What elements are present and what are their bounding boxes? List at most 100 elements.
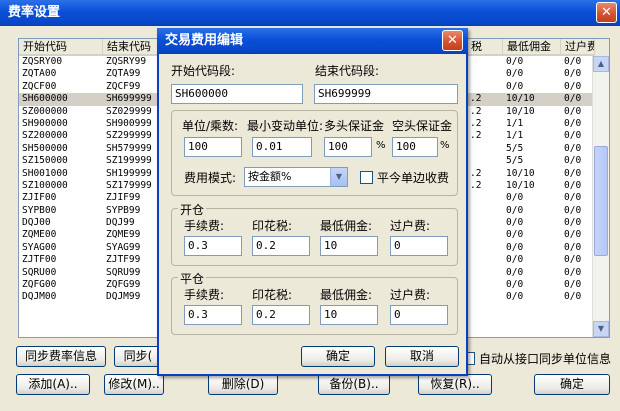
chevron-down-icon[interactable]: ▼ bbox=[330, 168, 347, 186]
open-group-title: 开仓 bbox=[178, 201, 207, 218]
long-margin-label: 多头保证金 bbox=[324, 119, 385, 133]
cell-transfer-fee: 0/0 bbox=[564, 241, 582, 253]
close-stamp-tax-input[interactable]: 0.2 bbox=[252, 305, 310, 325]
open-transfer-fee-input[interactable]: 0 bbox=[390, 236, 448, 256]
cell-start-code: ZQME00 bbox=[22, 229, 57, 241]
unit-label: 单位/乘数: bbox=[182, 119, 239, 133]
col-start-code[interactable]: 开始代码 bbox=[19, 39, 103, 56]
cell-transfer-fee: 0/0 bbox=[564, 68, 582, 80]
dialog-close-icon[interactable]: ✕ bbox=[442, 30, 463, 51]
cell-min-commission: 10/10 bbox=[506, 179, 535, 191]
cell-min-commission: 0/0 bbox=[506, 266, 524, 278]
cell-min-commission: 10/10 bbox=[506, 105, 535, 117]
cell-min-commission: 0/0 bbox=[506, 192, 524, 204]
cell-start-code: SH001000 bbox=[22, 167, 68, 179]
col-min-commission[interactable]: 最低佣金 bbox=[503, 39, 561, 56]
delete-button[interactable]: 删除(D) bbox=[208, 374, 278, 395]
open-min-commission-label: 最低佣金: bbox=[320, 219, 373, 233]
edit-button[interactable]: 修改(M).. bbox=[104, 374, 164, 395]
list-scrollbar[interactable]: ▲ ▼ bbox=[592, 56, 609, 337]
long-margin-input[interactable]: 100 bbox=[324, 137, 372, 157]
cell-transfer-fee: 0/0 bbox=[564, 56, 582, 67]
add-button[interactable]: 添加(A).. bbox=[16, 374, 90, 395]
open-position-group: 开仓 手续费: 印花税: 最低佣金: 过户费: 0.3 0.2 10 0 bbox=[171, 201, 458, 266]
cell-min-commission: 5/5 bbox=[506, 142, 524, 154]
min-change-label: 最小变动单位: bbox=[247, 119, 324, 133]
cell-start-code: SQRU00 bbox=[22, 266, 57, 278]
dialog-ok-button[interactable]: 确定 bbox=[301, 346, 375, 367]
cell-tax: .2 bbox=[470, 167, 482, 179]
col-transfer-fee[interactable]: 过户费 bbox=[561, 39, 595, 56]
open-transfer-fee-label: 过户费: bbox=[390, 219, 431, 233]
open-stamp-tax-label: 印花税: bbox=[252, 219, 293, 233]
close-transfer-fee-input[interactable]: 0 bbox=[390, 305, 448, 325]
cell-start-code: ZJTF00 bbox=[22, 254, 57, 266]
cell-min-commission: 0/0 bbox=[506, 56, 524, 67]
cell-transfer-fee: 0/0 bbox=[564, 130, 582, 142]
auto-sync-option[interactable]: 自动从接口同步单位信息 bbox=[462, 350, 611, 367]
cell-min-commission: 0/0 bbox=[506, 241, 524, 253]
ok-button[interactable]: 确定 bbox=[534, 374, 610, 395]
col-tax[interactable]: 税 bbox=[467, 39, 503, 56]
scroll-up-icon[interactable]: ▲ bbox=[593, 56, 609, 72]
cell-min-commission: 0/0 bbox=[506, 291, 524, 303]
cell-start-code: SYPB00 bbox=[22, 204, 57, 216]
dialog-cancel-button[interactable]: 取消 bbox=[385, 346, 459, 367]
sync-fee-info-button[interactable]: 同步费率信息 bbox=[16, 346, 106, 367]
cell-tax: .2 bbox=[470, 117, 482, 129]
auto-sync-label: 自动从接口同步单位信息 bbox=[479, 352, 612, 366]
close-transfer-fee-label: 过户费: bbox=[390, 288, 431, 302]
unit-group: 单位/乘数: 最小变动单位: 多头保证金 空头保证金 100 0.01 100 … bbox=[171, 110, 458, 196]
min-change-input[interactable]: 0.01 bbox=[252, 137, 312, 157]
cell-min-commission: 0/0 bbox=[506, 204, 524, 216]
cell-transfer-fee: 0/0 bbox=[564, 254, 582, 266]
close-stamp-tax-label: 印花税: bbox=[252, 288, 293, 302]
short-margin-input[interactable]: 100 bbox=[392, 137, 438, 157]
cell-start-code: DQJ00 bbox=[22, 217, 51, 229]
open-stamp-tax-input[interactable]: 0.2 bbox=[252, 236, 310, 256]
cell-transfer-fee: 0/0 bbox=[564, 93, 582, 105]
outer-close-icon[interactable]: ✕ bbox=[596, 2, 617, 23]
cell-transfer-fee: 0/0 bbox=[564, 179, 582, 191]
cell-start-code: SZ100000 bbox=[22, 179, 68, 191]
cell-start-code: SZ000000 bbox=[22, 105, 68, 117]
fee-mode-value: 按金额% bbox=[248, 170, 292, 183]
fee-edit-dialog: 交易费用编辑 ✕ 开始代码段: 结束代码段: SH600000 SH699999… bbox=[157, 28, 468, 376]
scroll-thumb[interactable] bbox=[594, 146, 608, 256]
long-margin-percent: % bbox=[376, 140, 386, 151]
cell-transfer-fee: 0/0 bbox=[564, 217, 582, 229]
close-today-checkbox[interactable] bbox=[360, 171, 373, 184]
close-today-label: 平今单边收费 bbox=[377, 171, 450, 185]
cell-min-commission: 0/0 bbox=[506, 254, 524, 266]
cell-start-code: ZQSRY00 bbox=[22, 56, 63, 67]
cell-min-commission: 0/0 bbox=[506, 229, 524, 241]
cell-min-commission: 1/1 bbox=[506, 130, 524, 142]
fee-mode-label: 费用模式: bbox=[184, 171, 237, 185]
start-code-input[interactable]: SH600000 bbox=[171, 84, 303, 104]
cell-transfer-fee: 0/0 bbox=[564, 279, 582, 291]
open-min-commission-input[interactable]: 10 bbox=[320, 236, 378, 256]
cell-start-code: SZ150000 bbox=[22, 155, 68, 167]
close-today-option[interactable]: 平今单边收费 bbox=[360, 169, 449, 186]
close-min-commission-input[interactable]: 10 bbox=[320, 305, 378, 325]
cell-transfer-fee: 0/0 bbox=[564, 229, 582, 241]
cell-tax: .2 bbox=[470, 105, 482, 117]
scroll-down-icon[interactable]: ▼ bbox=[593, 321, 609, 337]
sync-button[interactable]: 同步( bbox=[114, 346, 162, 367]
open-commission-input[interactable]: 0.3 bbox=[184, 236, 242, 256]
cell-tax: .2 bbox=[470, 179, 482, 191]
unit-input[interactable]: 100 bbox=[184, 137, 242, 157]
close-commission-input[interactable]: 0.3 bbox=[184, 305, 242, 325]
cell-transfer-fee: 0/0 bbox=[564, 155, 582, 167]
fee-mode-select[interactable]: 按金额% ▼ bbox=[244, 167, 348, 187]
restore-button[interactable]: 恢复(R).. bbox=[418, 374, 492, 395]
cell-transfer-fee: 0/0 bbox=[564, 204, 582, 216]
cell-tax: .2 bbox=[470, 130, 482, 142]
open-commission-label: 手续费: bbox=[184, 219, 225, 233]
outer-title: 费率设置 bbox=[0, 0, 620, 26]
cell-transfer-fee: 0/0 bbox=[564, 291, 582, 303]
cell-transfer-fee: 0/0 bbox=[564, 266, 582, 278]
backup-button[interactable]: 备份(B).. bbox=[318, 374, 390, 395]
end-code-input[interactable]: SH699999 bbox=[314, 84, 458, 104]
cell-min-commission: 5/5 bbox=[506, 155, 524, 167]
